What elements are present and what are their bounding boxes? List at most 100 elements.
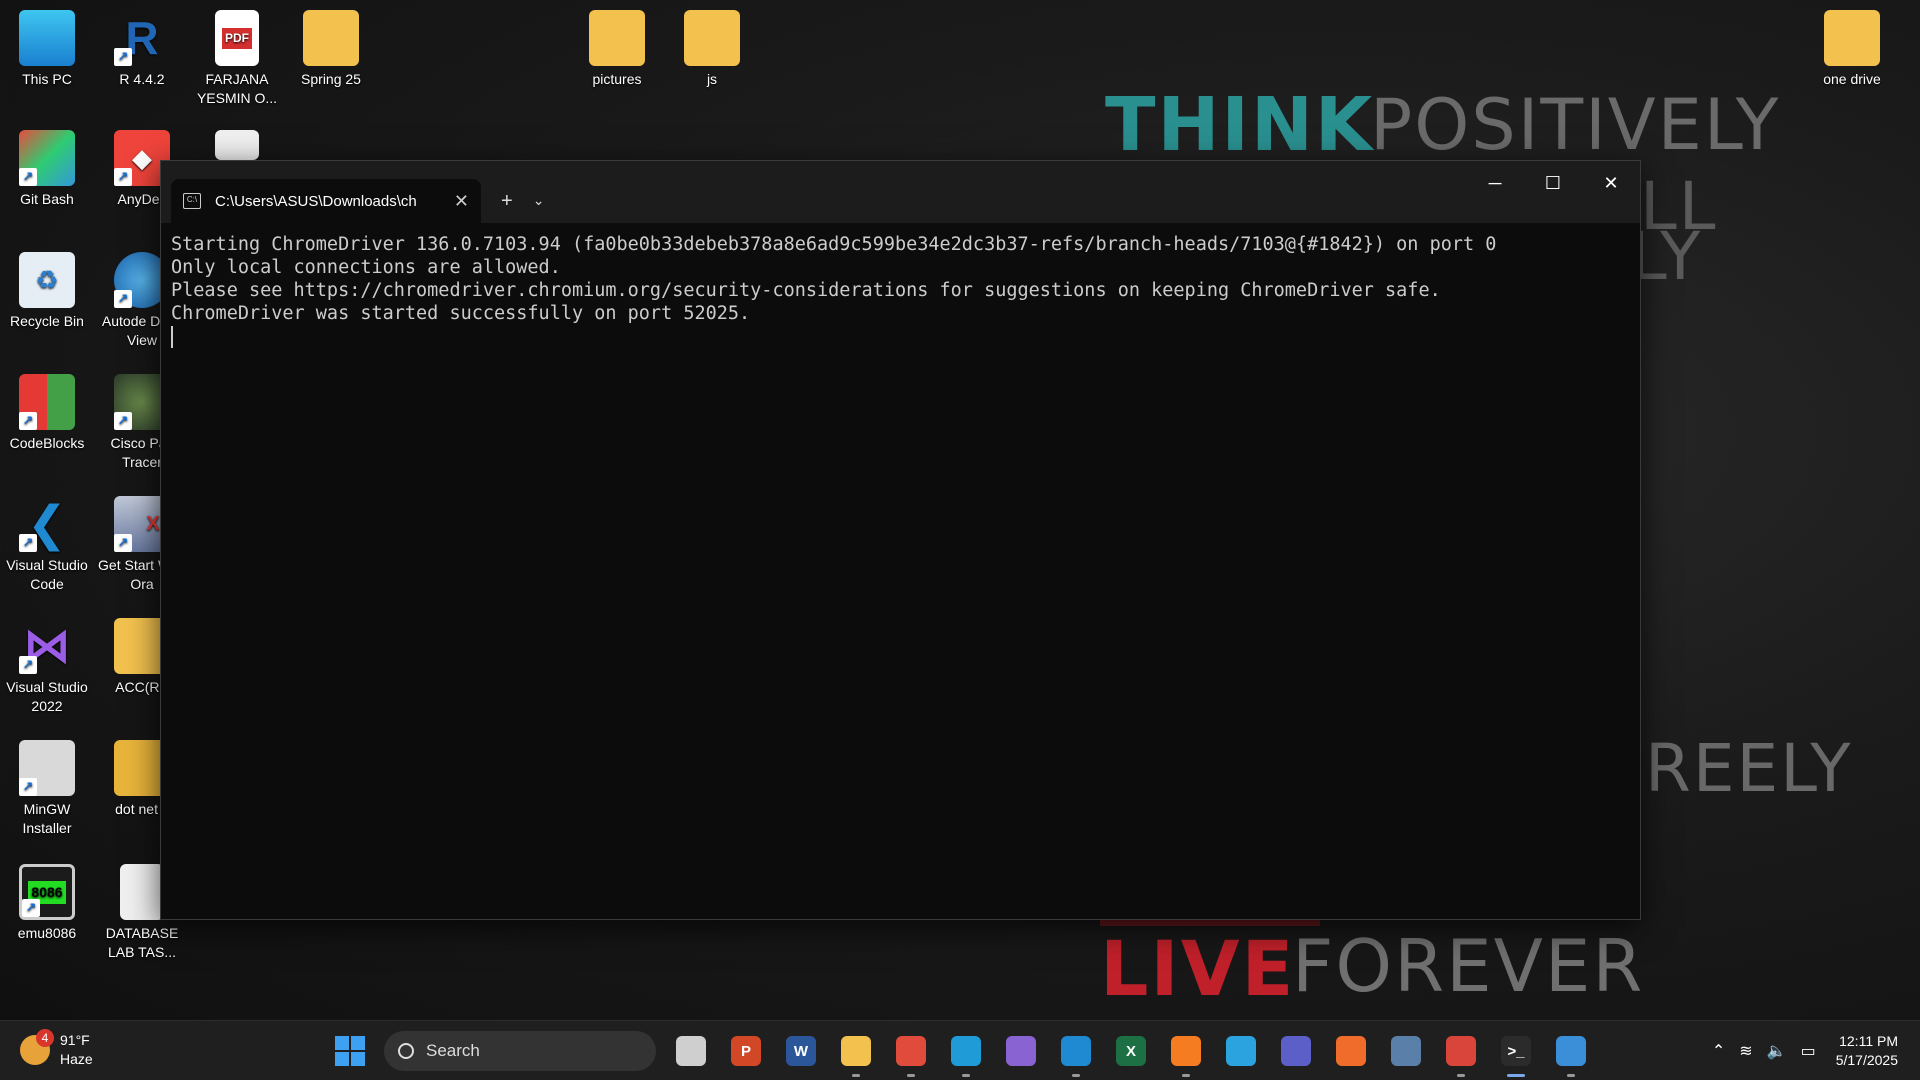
git-bash-icon: ↗ — [19, 130, 75, 186]
r-language-icon: R ↗ — [114, 10, 170, 66]
haze-weather-icon: 4 — [20, 1029, 54, 1065]
taskbar-app-button[interactable] — [1273, 1029, 1319, 1073]
chevron-up-icon[interactable]: ⌃ — [1712, 1041, 1725, 1061]
weather-temperature: 91°F — [60, 1032, 90, 1048]
pdf-badge: PDF — [222, 27, 252, 49]
wallpaper-positively-text: POSITIVELY — [1370, 84, 1781, 166]
terminal-line: Only local connections are allowed. — [171, 257, 561, 278]
terminal-tab-icon: C:\ — [183, 193, 201, 209]
clock[interactable]: 12:11 PM 5/17/2025 — [1836, 1032, 1898, 1070]
desktop-icon-this-pc[interactable]: This PC — [0, 10, 94, 89]
taskbar-app-button[interactable] — [1053, 1029, 1099, 1077]
taskbar-app-button[interactable] — [1328, 1029, 1374, 1073]
shortcut-arrow-icon: ↗ — [114, 48, 132, 66]
vscode-icon: ❮ ↗ — [19, 496, 75, 552]
desktop-icon-pictures[interactable]: pictures — [570, 10, 664, 89]
wifi-icon[interactable]: ≋ — [1739, 1041, 1752, 1061]
weather-description: Haze — [60, 1051, 93, 1067]
taskbar-app-button[interactable] — [1438, 1029, 1484, 1077]
desktop-icon-r[interactable]: R ↗ R 4.4.2 — [95, 10, 189, 89]
desktop-icon-farjana-pdf[interactable]: PDF FARJANA YESMIN O... — [190, 10, 284, 108]
terminal-output[interactable]: Starting ChromeDriver 136.0.7103.94 (fa0… — [161, 223, 1640, 358]
desktop-icon-spring-25[interactable]: Spring 25 — [284, 10, 378, 89]
system-tray: ⌃ ≋ 🔈 ▭ 12:11 PM 5/17/2025 — [1712, 1021, 1920, 1080]
copilot-icon — [1006, 1036, 1036, 1066]
desktop-icon-js[interactable]: js — [665, 10, 759, 89]
shortcut-arrow-icon: ↗ — [114, 168, 132, 186]
monitor-icon — [19, 10, 75, 66]
taskbar-app-button[interactable] — [998, 1029, 1044, 1073]
taskbar-app-button[interactable]: P — [723, 1029, 769, 1073]
maximize-button[interactable]: ☐ — [1524, 161, 1582, 205]
shortcut-arrow-icon: ↗ — [19, 412, 37, 430]
taskbar-app-button[interactable]: W — [778, 1029, 824, 1073]
desktop-icon-label: Visual Studio 2022 — [6, 679, 88, 714]
folder-icon — [1824, 10, 1880, 66]
taskbar-app-button[interactable]: X — [1108, 1029, 1154, 1073]
vscode-icon — [1061, 1036, 1091, 1066]
shortcut-arrow-icon: ↗ — [19, 534, 37, 552]
new-tab-icon[interactable]: + — [501, 190, 513, 213]
folder-icon — [684, 10, 740, 66]
taskbar-app-button[interactable] — [1163, 1029, 1209, 1077]
taskbar-app-button[interactable] — [1548, 1029, 1594, 1077]
desktop-icon-label: Git Bash — [20, 191, 74, 207]
desktop-icon-recycle-bin[interactable]: ♻ Recycle Bin — [0, 252, 94, 331]
taskbar-app-button[interactable] — [1383, 1029, 1429, 1073]
desktop-icon-git-bash[interactable]: ↗ Git Bash — [0, 130, 94, 209]
running-indicator — [1182, 1074, 1190, 1077]
taskbar-app-button[interactable]: >_ — [1493, 1029, 1539, 1077]
wallpaper-forever-text: FOREVER — [1292, 924, 1645, 1008]
desktop-icon-label: Spring 25 — [301, 71, 361, 87]
battery-icon[interactable]: ▭ — [1801, 1041, 1816, 1061]
clock-date: 5/17/2025 — [1835, 1052, 1898, 1068]
postgresql-icon — [1391, 1036, 1421, 1066]
taskbar-app-button[interactable] — [833, 1029, 879, 1077]
terminal-line: ChromeDriver was started successfully on… — [171, 303, 751, 324]
desktop-icon-document[interactable] — [190, 130, 284, 164]
weather-widget[interactable]: 4 91°F Haze — [20, 1029, 93, 1069]
search-box[interactable]: Search — [384, 1031, 656, 1071]
desktop-icon-visual-studio-2022[interactable]: ⋈ ↗ Visual Studio 2022 — [0, 618, 94, 716]
shortcut-arrow-icon: ↗ — [19, 656, 37, 674]
running-indicator — [1072, 1074, 1080, 1077]
desktop-icon-label: DATABASE LAB TAS... — [105, 925, 179, 960]
start-button[interactable] — [335, 1036, 365, 1066]
notification-badge: 4 — [36, 1029, 54, 1047]
shortcut-arrow-icon: ↗ — [19, 778, 37, 796]
chevron-down-icon[interactable]: ⌄ — [533, 192, 545, 209]
word-icon: W — [786, 1036, 816, 1066]
terminal-icon: >_ — [1501, 1036, 1531, 1066]
taskbar-app-button[interactable] — [943, 1029, 989, 1077]
desktop-icon-mingw[interactable]: ↗ MinGW Installer — [0, 740, 94, 838]
close-tab-icon[interactable]: ✕ — [454, 191, 469, 212]
taskbar-app-button[interactable] — [888, 1029, 934, 1077]
text-document-icon — [120, 864, 164, 920]
desktop-icon-one-drive[interactable]: one drive — [1805, 10, 1899, 89]
text-cursor — [171, 326, 173, 348]
desktop-icon-emu8086[interactable]: 8086 ↗ emu8086 — [0, 864, 94, 943]
taskbar-app-button[interactable] — [668, 1029, 714, 1073]
wallpaper-think-text: THINK — [1105, 82, 1375, 168]
task-view-icon — [676, 1036, 706, 1066]
taskbar: 4 91°F Haze Search P W X >_ ⌃ ≋ 🔈 ▭ 12:11 P… — [0, 1020, 1920, 1080]
desktop-icon-codeblocks[interactable]: ↗ CodeBlocks — [0, 374, 94, 453]
recycle-bin-icon: ♻ — [19, 252, 75, 308]
close-button[interactable]: ✕ — [1582, 161, 1640, 205]
running-indicator — [962, 1074, 970, 1077]
terminal-line: Starting ChromeDriver 136.0.7103.94 (fa0… — [171, 234, 1497, 255]
terminal-tab[interactable]: C:\ C:\Users\ASUS\Downloads\ch ✕ — [171, 179, 481, 223]
speaker-icon[interactable]: 🔈 — [1767, 1041, 1787, 1061]
mingw-installer-icon: ↗ — [19, 740, 75, 796]
terminal-window[interactable]: C:\ C:\Users\ASUS\Downloads\ch ✕ + ⌄ ─ ☐… — [160, 160, 1641, 920]
file-explorer-icon — [841, 1036, 871, 1066]
desktop-icon-label: R 4.4.2 — [119, 71, 165, 87]
running-indicator — [1457, 1074, 1465, 1077]
desktop-icon-label: one drive — [1823, 71, 1881, 87]
shortcut-arrow-icon: ↗ — [114, 534, 132, 552]
minimize-button[interactable]: ─ — [1466, 161, 1524, 205]
wallpaper-freely-text: REELY — [1645, 730, 1853, 807]
desktop-icon-vscode[interactable]: ❮ ↗ Visual Studio Code — [0, 496, 94, 594]
terminal-titlebar[interactable]: C:\ C:\Users\ASUS\Downloads\ch ✕ + ⌄ ─ ☐… — [161, 161, 1640, 223]
taskbar-app-button[interactable] — [1218, 1029, 1264, 1073]
